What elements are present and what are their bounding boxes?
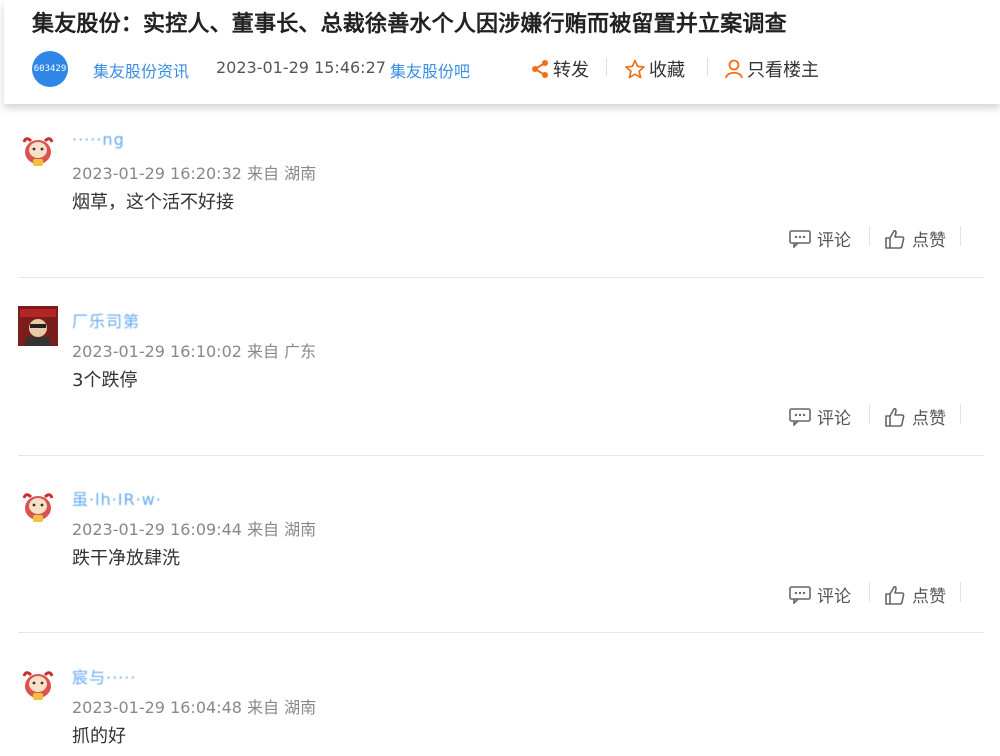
avatar[interactable] [18, 664, 58, 704]
divider [869, 404, 870, 424]
like-button[interactable]: 点赞 [884, 582, 946, 607]
star-icon [625, 59, 645, 79]
username[interactable]: ·····ng [72, 130, 125, 149]
bar-link[interactable]: 集友股份吧 [390, 58, 470, 82]
comment-meta: 2023-01-29 16:04:48 来自 湖南 [72, 698, 317, 717]
reply-button[interactable]: 评论 [789, 226, 851, 251]
thumbs-up-icon [885, 585, 905, 605]
divider [869, 226, 870, 246]
reply-button[interactable]: 评论 [789, 582, 851, 607]
like-label: 点赞 [912, 231, 946, 251]
comment-meta: 2023-01-29 16:09:44 来自 湖南 [72, 520, 317, 539]
divider [960, 404, 961, 424]
divider [960, 582, 961, 602]
comment-meta: 2023-01-29 16:20:32 来自 湖南 [72, 164, 317, 183]
divider [606, 58, 607, 76]
avatar[interactable] [18, 486, 58, 526]
author-link[interactable]: 集友股份资讯 [93, 58, 189, 82]
share-icon [532, 60, 548, 78]
username[interactable]: 虽·lh·IR·w· [72, 486, 162, 510]
like-button[interactable]: 点赞 [884, 404, 946, 429]
forward-button[interactable]: 转发 [530, 56, 589, 82]
post-header: 集友股份：实控人、董事长、总裁徐善水个人因涉嫌行贿而被留置并立案调查 60342… [4, 0, 1000, 104]
post-time: 2023-01-29 15:46:27 [216, 58, 386, 77]
username[interactable]: 宸与····· [72, 664, 136, 688]
comment-text: 3个跌停 [72, 370, 138, 391]
post-title: 集友股份：实控人、董事长、总裁徐善水个人因涉嫌行贿而被留置并立案调查 [32, 12, 787, 37]
comment-text: 烟草，这个活不好接 [72, 192, 234, 213]
comment-text: 跌干净放肆洗 [72, 548, 180, 569]
author-only-button[interactable]: 只看楼主 [724, 56, 819, 82]
reply-label: 评论 [817, 231, 851, 251]
comment-text: 抓的好 [72, 726, 126, 747]
reply-button[interactable]: 评论 [789, 404, 851, 429]
comment-icon [789, 585, 811, 604]
comment-icon [789, 407, 811, 426]
like-label: 点赞 [912, 587, 946, 607]
collect-button[interactable]: 收藏 [624, 56, 685, 82]
divider [960, 226, 961, 246]
comment-meta: 2023-01-29 16:10:02 来自 广东 [72, 342, 317, 361]
divider [18, 632, 984, 633]
avatar[interactable] [18, 130, 58, 170]
like-label: 点赞 [912, 409, 946, 429]
stock-avatar[interactable]: 603429 [32, 51, 68, 87]
reply-label: 评论 [817, 587, 851, 607]
avatar[interactable] [18, 306, 58, 346]
like-button[interactable]: 点赞 [884, 226, 946, 251]
reply-label: 评论 [817, 409, 851, 429]
thumbs-up-icon [885, 229, 905, 249]
user-icon [725, 59, 743, 79]
thumbs-up-icon [885, 407, 905, 427]
divider [707, 58, 708, 76]
divider [18, 277, 984, 278]
username[interactable]: 厂乐司第 [72, 308, 140, 332]
divider [869, 582, 870, 602]
comment-icon [789, 229, 811, 248]
collect-label: 收藏 [649, 60, 685, 81]
author-only-label: 只看楼主 [747, 60, 819, 81]
forward-label: 转发 [553, 60, 589, 81]
divider [18, 455, 984, 456]
